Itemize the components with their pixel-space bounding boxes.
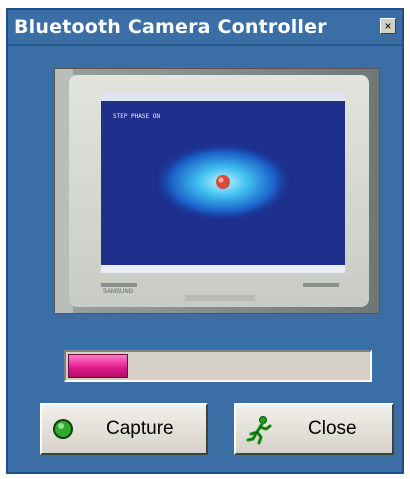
capture-progress-bar [64, 350, 372, 382]
capture-button-label: Capture [106, 418, 174, 439]
window-title: Bluetooth Camera Controller [14, 16, 327, 38]
close-button-label: Close [308, 418, 357, 439]
app-window: Bluetooth Camera Controller × STEP PHASE… [6, 8, 404, 474]
screen-caption: STEP PHASE ON [113, 113, 160, 120]
close-icon: × [384, 19, 392, 33]
progress-fill [68, 354, 128, 378]
title-bar[interactable]: Bluetooth Camera Controller × [8, 10, 402, 44]
capture-button[interactable]: Capture [40, 403, 208, 455]
green-circle-icon [53, 419, 73, 439]
window-close-button[interactable]: × [380, 18, 396, 34]
monitor-brand-label: SAMSUNG [103, 289, 134, 295]
close-button[interactable]: Close [234, 403, 394, 455]
running-man-icon [246, 416, 272, 445]
camera-preview: STEP PHASE ON SAMSUNG [54, 68, 380, 314]
camera-frame-image [55, 69, 379, 313]
title-separator [8, 44, 402, 46]
